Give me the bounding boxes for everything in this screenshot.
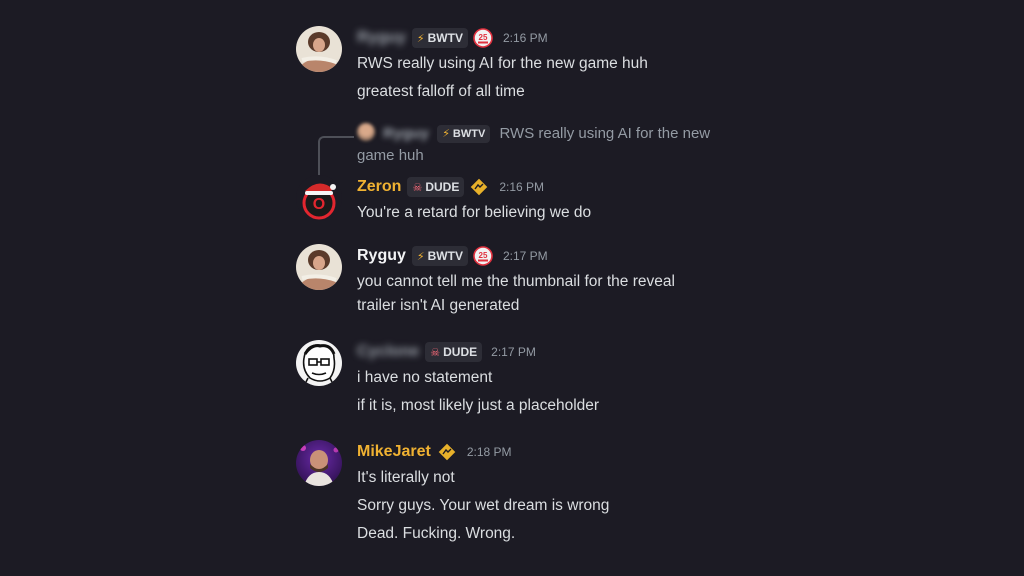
message-text: You're a retard for believing we do bbox=[357, 204, 592, 221]
timestamp: 2:18 PM bbox=[466, 445, 512, 459]
reply-server-tag: ⚡ BWTV bbox=[437, 125, 491, 143]
svg-text:O: O bbox=[313, 196, 325, 213]
tag-label: DUDE bbox=[443, 345, 478, 359]
server-tag[interactable]: ☠ DUDE bbox=[425, 342, 483, 362]
tag-label: DUDE bbox=[425, 180, 460, 194]
lightning-bolt-icon: ⚡ bbox=[442, 128, 450, 140]
reply-connector bbox=[318, 136, 354, 180]
reply-username: Ryguy bbox=[383, 125, 430, 142]
avatar-image bbox=[296, 244, 342, 290]
anniversary-badge-icon[interactable]: 25 bbox=[473, 246, 493, 266]
username[interactable]: MikeJaret bbox=[357, 443, 431, 461]
svg-text:25: 25 bbox=[479, 251, 488, 260]
avatar-image bbox=[296, 340, 342, 386]
avatar[interactable] bbox=[296, 340, 342, 386]
message-text: trailer isn't AI generated bbox=[357, 297, 520, 314]
chat-log: Ryguy ⚡ BWTV 25 2:16 PM RWS really using… bbox=[0, 0, 1024, 576]
svg-text:25: 25 bbox=[479, 33, 488, 42]
message-text: i have no statement bbox=[357, 369, 493, 386]
diamond-sign-badge-icon[interactable] bbox=[437, 442, 457, 462]
timestamp: 2:16 PM bbox=[499, 180, 545, 194]
timestamp: 2:17 PM bbox=[502, 249, 548, 263]
skull-icon: ☠ bbox=[412, 181, 423, 194]
skull-icon: ☠ bbox=[430, 346, 441, 359]
tag-label: BWTV bbox=[427, 31, 463, 45]
lightning-bolt-icon: ⚡ bbox=[416, 32, 425, 45]
timestamp: 2:17 PM bbox=[491, 345, 536, 359]
username[interactable]: Ryguy bbox=[357, 247, 406, 265]
reply-avatar bbox=[357, 123, 375, 141]
message-text: Sorry guys. Your wet dream is wrong bbox=[357, 497, 610, 514]
anniversary-badge-icon[interactable]: 25 bbox=[473, 28, 493, 48]
message-text: RWS really using AI for the new game huh bbox=[357, 55, 648, 72]
avatar[interactable]: O bbox=[296, 175, 342, 221]
avatar[interactable] bbox=[296, 26, 342, 72]
tag-label: BWTV bbox=[452, 128, 486, 140]
timestamp: 2:16 PM bbox=[502, 31, 548, 45]
server-tag[interactable]: ⚡ BWTV bbox=[411, 28, 468, 48]
tag-label: BWTV bbox=[427, 249, 463, 263]
server-tag[interactable]: ⚡ BWTV bbox=[411, 246, 468, 266]
message-text: Dead. Fucking. Wrong. bbox=[357, 525, 516, 542]
message-text: greatest falloff of all time bbox=[357, 83, 525, 100]
lightning-bolt-icon: ⚡ bbox=[416, 250, 425, 263]
diamond-sign-badge-icon[interactable] bbox=[469, 177, 490, 197]
avatar[interactable] bbox=[296, 440, 342, 486]
username[interactable]: Cyclone bbox=[357, 343, 419, 361]
avatar-image bbox=[296, 440, 342, 486]
message-text: you cannot tell me the thumbnail for the… bbox=[357, 273, 675, 290]
username[interactable]: Zeron bbox=[357, 178, 401, 196]
server-tag[interactable]: ☠ DUDE bbox=[407, 177, 465, 197]
username[interactable]: Ryguy bbox=[357, 29, 406, 47]
avatar-image bbox=[296, 26, 342, 72]
avatar[interactable] bbox=[296, 244, 342, 290]
avatar-image: O bbox=[296, 175, 342, 221]
message-text: if it is, most likely just a placeholder bbox=[357, 397, 600, 414]
message-text: It's literally not bbox=[357, 469, 455, 486]
